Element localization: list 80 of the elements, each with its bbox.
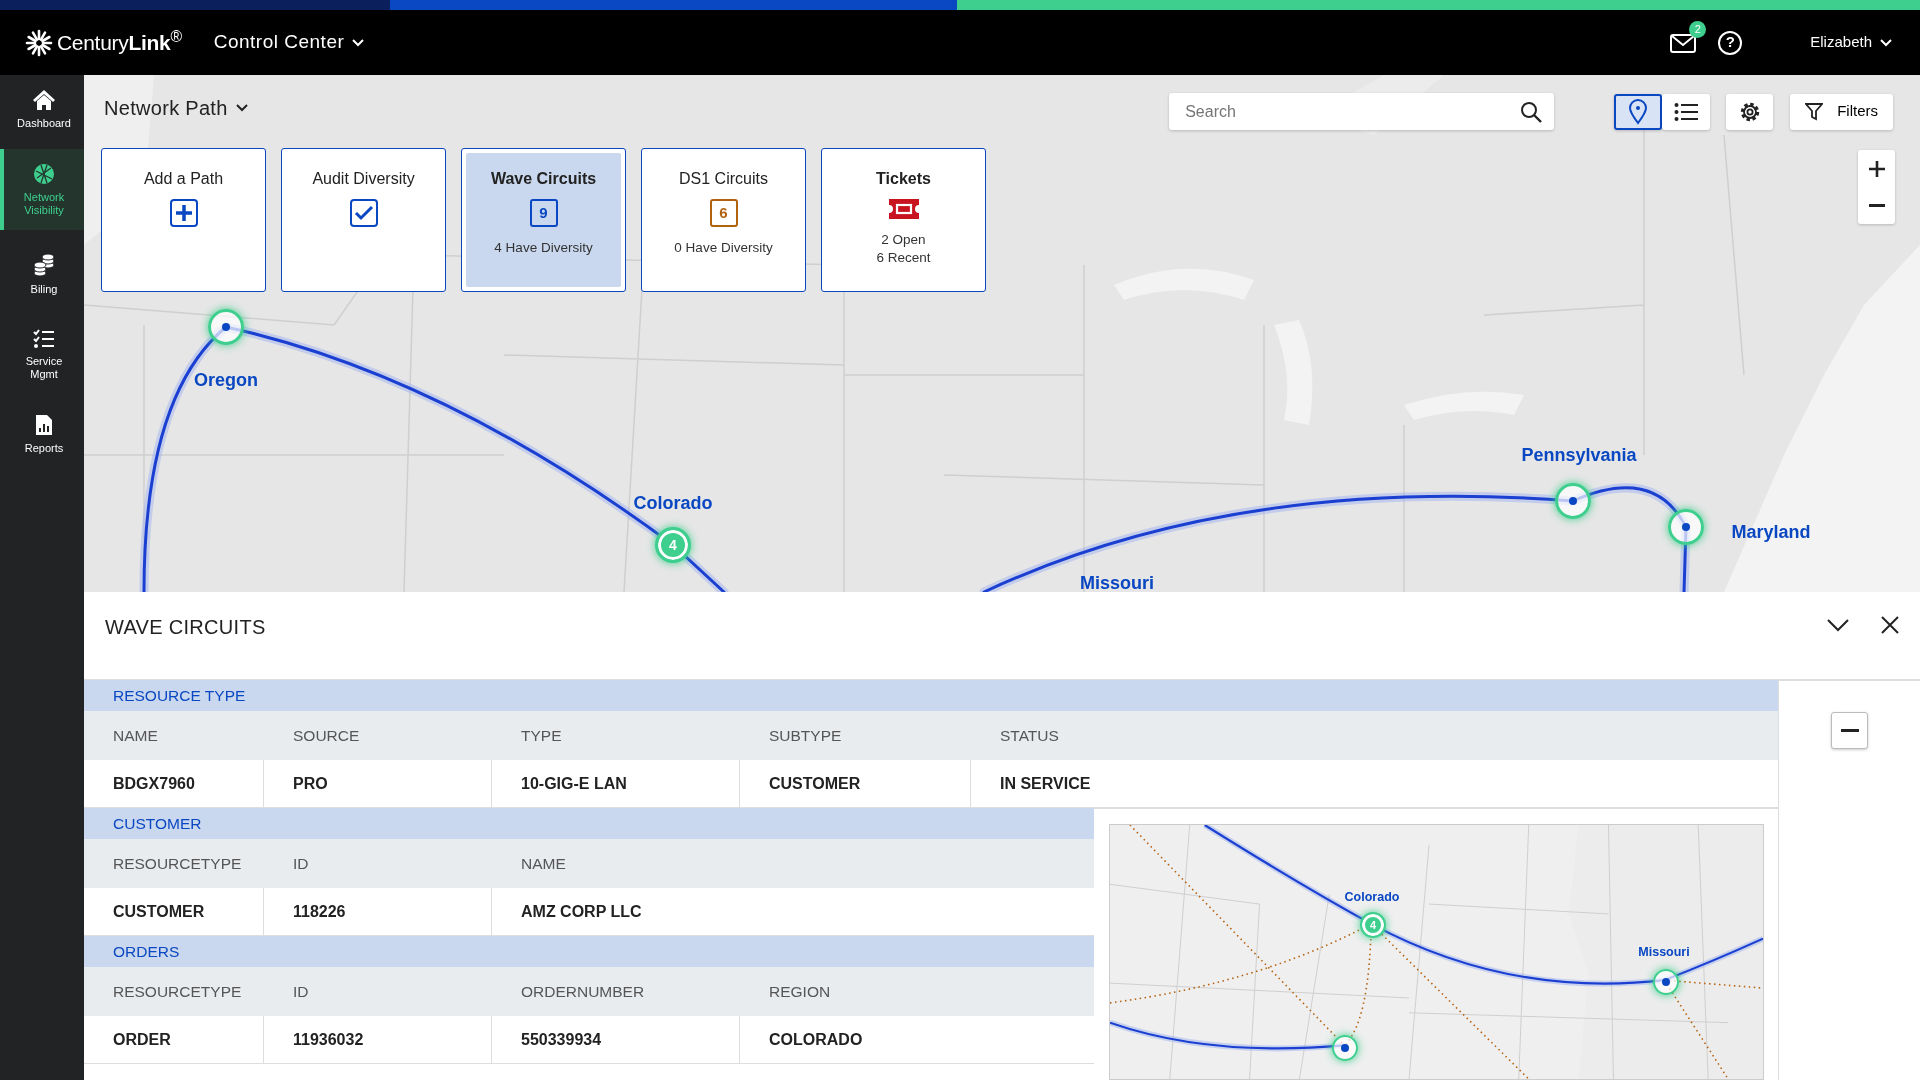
column-header: SUBTYPE [740, 711, 971, 760]
checklist-icon [33, 328, 55, 349]
sidebar-item[interactable]: Service Mgmt [0, 314, 84, 394]
map-label: Missouri [1080, 571, 1154, 592]
column-header: REGION [740, 967, 1094, 1016]
column-header: TYPE [492, 711, 740, 760]
filters-button[interactable]: Filters [1790, 93, 1893, 130]
map-pin-icon [1628, 98, 1649, 125]
search-field[interactable]: Search [1169, 93, 1555, 130]
table-cell: 11936032 [264, 1016, 492, 1064]
count-badge: 9 [529, 199, 558, 227]
sidebar-item[interactable]: Dashboard [0, 75, 84, 143]
count-badge: 6 [709, 199, 738, 227]
table-cell: ORDER [84, 1016, 264, 1064]
page-title-menu[interactable]: Network Path [104, 93, 248, 123]
section-header: ORDERS [84, 936, 1094, 967]
table-cell: 118226 [264, 888, 492, 936]
user-menu[interactable]: Elizabeth [1804, 30, 1898, 55]
table-cell: CUSTOMER [84, 888, 264, 936]
map-label: Missouri [1638, 943, 1690, 961]
summary-tile[interactable]: Audit Diversity [281, 148, 446, 292]
table-cell: 550339934 [492, 1016, 740, 1064]
map-label: Pennsylvania [1521, 443, 1637, 467]
column-header: ID [264, 967, 492, 1016]
search-icon[interactable] [1520, 101, 1543, 123]
list-view-button[interactable] [1662, 93, 1711, 130]
chevron-icon [352, 38, 365, 47]
column-header: SOURCE [264, 711, 492, 760]
summary-tile[interactable]: Add a Path [101, 148, 266, 292]
chevron-icon [235, 104, 248, 112]
map-label: Colorado [1344, 888, 1400, 906]
tile-caption: 6 Recent [876, 249, 931, 268]
notification-count: 2 [1689, 20, 1707, 38]
globe-icon [33, 163, 55, 186]
section-header: RESOURCE TYPE [84, 680, 1778, 711]
summary-tile[interactable]: DS1 Circuits 6 0 Have Diversity [641, 148, 806, 292]
minus-icon [1868, 204, 1885, 207]
map-label: Colorado [633, 491, 713, 515]
panel-title: WAVE CIRCUITS [105, 615, 266, 640]
table-cell: BDGX7960 [84, 760, 264, 808]
map-view-button[interactable] [1614, 93, 1663, 130]
table-cell: CUSTOMER [740, 760, 971, 808]
column-header: NAME [492, 839, 1094, 888]
tile-caption: 2 Open [881, 231, 926, 249]
tile-caption: 0 Have Diversity [674, 239, 773, 257]
app-menu[interactable]: Control Center [207, 27, 371, 58]
plus-icon [1866, 158, 1887, 179]
chevron-icon [1880, 38, 1892, 47]
tile-caption: 4 Have Diversity [494, 239, 593, 257]
column-header: ORDERNUMBER [492, 967, 740, 1016]
help-icon[interactable]: ? [1718, 30, 1743, 55]
settings-icon [1738, 100, 1761, 123]
ticket-icon [888, 199, 919, 219]
column-header: STATUS [971, 711, 1778, 760]
column-header: ID [264, 839, 492, 888]
table-cell: 10-GIG-E LAN [492, 760, 740, 808]
map-label: Maryland [1731, 520, 1811, 544]
sidebar-item[interactable]: Biling [0, 236, 84, 308]
report-icon [35, 414, 53, 437]
brand-logo: CenturyLink$^{®}$ [57, 26, 182, 56]
map-label: Oregon [194, 368, 258, 392]
checkbox-icon [349, 199, 378, 227]
minus-icon [1840, 728, 1859, 733]
column-header: RESOURCETYPE [84, 839, 264, 888]
table-cell: PRO [264, 760, 492, 808]
sidebar-item[interactable]: Network Visibility [0, 149, 84, 230]
column-header: NAME [84, 711, 264, 760]
add-icon [169, 199, 198, 227]
logo-icon [25, 28, 53, 57]
list-icon [1674, 101, 1699, 122]
settings-button[interactable] [1726, 93, 1774, 130]
home-icon [32, 89, 56, 111]
summary-tile[interactable]: Wave Circuits 9 4 Have Diversity [461, 148, 626, 292]
minimize-button[interactable] [1831, 712, 1868, 749]
summary-tile[interactable]: Tickets 2 Open 6 Recent [821, 148, 986, 292]
mail-icon[interactable] [1670, 33, 1697, 54]
sidebar-item[interactable]: Reports [0, 400, 84, 468]
column-header: RESOURCETYPE [84, 967, 264, 1016]
filter-icon [1805, 102, 1824, 121]
section-header: CUSTOMER [84, 808, 1094, 839]
